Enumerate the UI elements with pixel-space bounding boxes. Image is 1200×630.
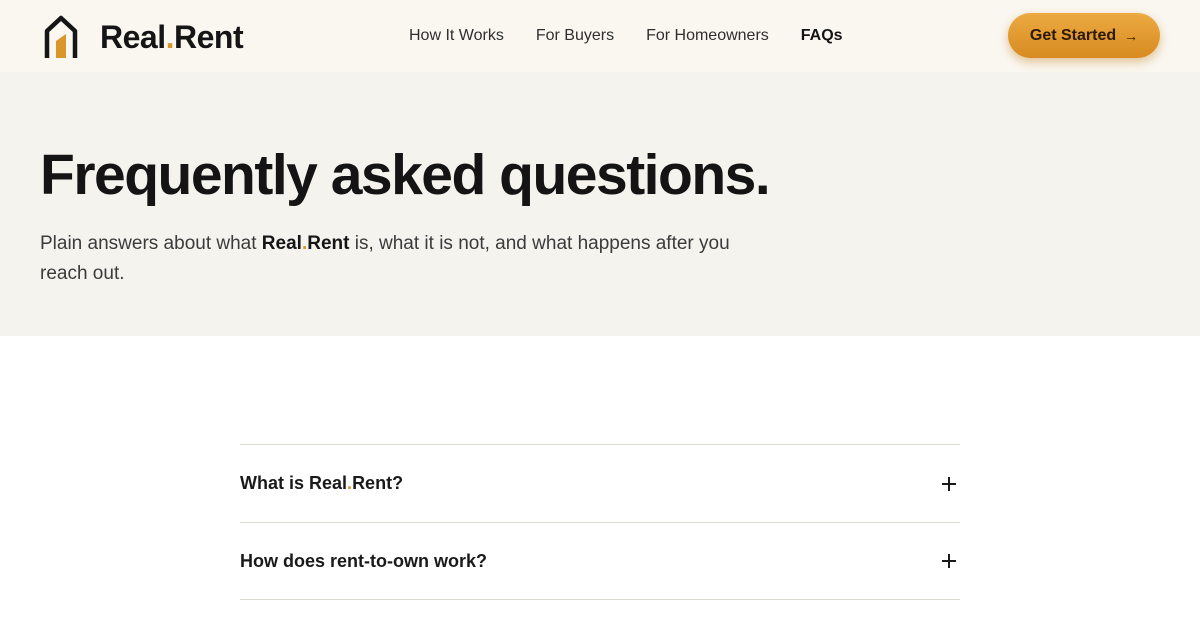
get-started-label: Get Started	[1029, 26, 1117, 44]
house-icon	[42, 14, 80, 60]
logo[interactable]: Real.Rent	[42, 14, 244, 60]
main-nav: How It Works For Buyers For Homeowners F…	[409, 24, 875, 48]
faq-question: How does rent-to-own work?	[240, 550, 487, 571]
faq-question: What is Real.Rent?	[240, 473, 404, 493]
page-subtitle: Plain answers about what Real.Rent is, w…	[40, 233, 730, 284]
faq-list: What is Real.Rent? How does rent-to-own …	[240, 444, 960, 600]
site-header: Real.Rent How It Works For Buyers For Ho…	[0, 0, 1200, 72]
brand-name: Real.Rent	[100, 18, 244, 55]
page-title: Frequently asked questions.	[40, 143, 771, 207]
brand-inline: Real.Rent	[261, 233, 350, 254]
nav-for-buyers[interactable]: For Buyers	[536, 27, 614, 45]
nav-faqs[interactable]: FAQs	[801, 27, 843, 45]
faq-item-rent-to-own[interactable]: How does rent-to-own work?	[240, 522, 960, 600]
faq-item-what-is[interactable]: What is Real.Rent?	[240, 444, 960, 522]
arrow-right-icon: →	[1124, 27, 1139, 44]
get-started-button[interactable]: Get Started →	[1008, 13, 1160, 58]
hero-section: Frequently asked questions. Plain answer…	[0, 72, 1200, 336]
nav-for-homeowners[interactable]: For Homeowners	[646, 27, 769, 45]
plus-icon[interactable]	[940, 552, 958, 570]
plus-icon[interactable]	[940, 475, 958, 493]
nav-how-it-works[interactable]: How It Works	[409, 27, 504, 45]
